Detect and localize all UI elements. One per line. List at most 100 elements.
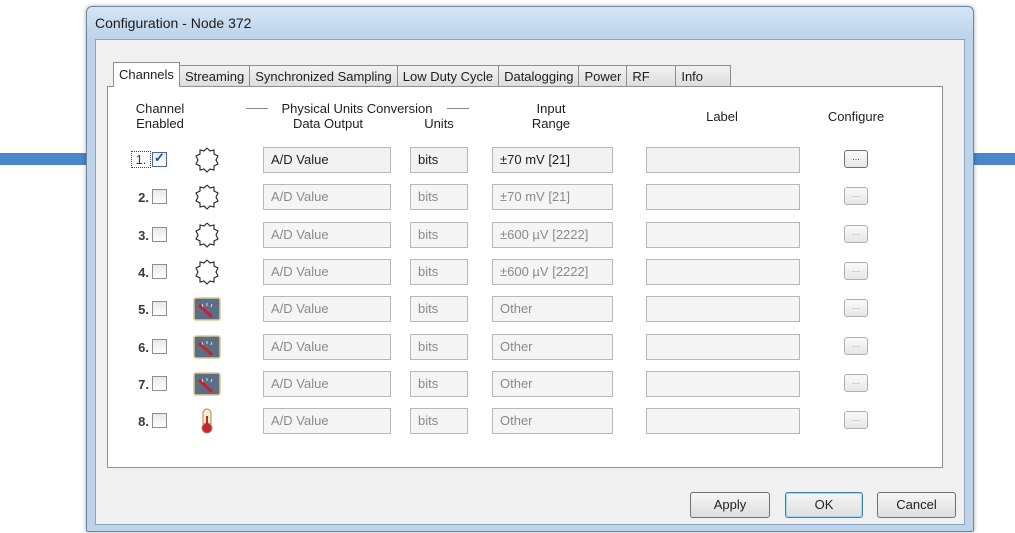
data-output-field[interactable]: A/D Value [263,184,391,211]
data-output-field[interactable]: A/D Value [263,370,391,397]
configure-button[interactable]: ... [844,150,868,168]
channel-enabled-checkbox[interactable] [152,226,167,242]
channel-enabled-header-line1: Channel [135,101,185,116]
differential-sensor-icon [193,222,221,248]
configure-button[interactable]: ... [844,261,868,280]
data-output-field[interactable]: A/D Value [263,408,391,435]
tab-datalogging[interactable]: Datalogging [498,65,580,87]
units-header: Units [424,116,454,131]
units-field[interactable]: bits [410,408,468,435]
input-range-field[interactable]: ±600 µV [2222] [492,258,613,285]
cancel-button[interactable]: Cancel [877,492,956,518]
ok-button[interactable]: OK [785,492,863,518]
channel-enabled-checkbox[interactable] [152,338,167,354]
configure-header: Configure [827,109,885,124]
data-output-header: Data Output [292,116,364,131]
units-field[interactable]: bits [410,147,468,173]
channel-enabled-checkbox[interactable] [152,301,167,317]
channel-enabled-checkbox[interactable] [152,413,167,429]
apply-button[interactable]: Apply [690,492,770,518]
channel-row: 3. A/D Value bits ±600 µV [2222]... [108,220,942,252]
data-output-field[interactable]: A/D Value [263,333,391,360]
input-range-header-line1: Input [536,101,566,116]
channel-enabled-checkbox[interactable]: ✓ [152,150,167,167]
label-field[interactable] [646,184,800,211]
input-range-field[interactable]: Other [492,408,613,435]
input-range-field[interactable]: ±70 mV [21] [492,184,613,211]
checkmark-icon: ✓ [154,150,165,165]
data-output-field[interactable]: A/D Value [263,221,391,248]
label-field[interactable] [646,333,800,360]
channel-row: 7. A/D Value bits Other... [108,369,942,401]
channel-enabled-header: Channel Enabled [128,101,192,131]
analog-gauge-icon [193,296,221,322]
configuration-window: Configuration - Node 372 Channels Stream… [86,6,974,532]
channel-row: 4. A/D Value bits ±600 µV [2222]... [108,257,942,289]
data-output-field[interactable]: A/D Value [263,258,391,285]
analog-gauge-icon [193,334,221,360]
tab-rf[interactable]: RF [626,65,677,87]
input-range-field[interactable]: ±70 mV [21] [492,147,613,173]
units-field[interactable]: bits [410,333,468,360]
title-bar[interactable]: Configuration - Node 372 [87,7,973,39]
tab-info[interactable]: Info [675,65,732,87]
window-title: Configuration - Node 372 [95,15,252,31]
units-field[interactable]: bits [410,370,468,397]
channel-row: 8. A/D Value bits Other... [108,406,942,438]
channel-row: 6. A/D Value bits Other... [108,332,942,364]
conversion-group-line-left [246,108,268,109]
configure-button[interactable]: ... [844,299,868,318]
channel-enabled-header-line2: Enabled [136,116,184,131]
configure-button[interactable]: ... [844,336,868,355]
units-field[interactable]: bits [410,221,468,248]
conversion-group-header: Physical Units Conversion [281,101,433,116]
channel-number: 8. [138,414,149,430]
analog-gauge-icon [193,371,221,397]
input-range-field[interactable]: Other [492,333,613,360]
input-range-field[interactable]: Other [492,296,613,323]
configure-button[interactable]: ... [844,224,868,243]
channels-panel: Channel Enabled Physical Units Conversio… [107,86,943,468]
tab-strip: Channels Streaming Synchronized Sampling… [113,62,732,87]
channel-enabled-checkbox[interactable] [152,375,167,391]
channel-enabled-checkbox[interactable] [152,263,167,279]
thermometer-icon [193,408,221,434]
label-field[interactable] [646,258,800,285]
input-range-field[interactable]: Other [492,370,613,397]
tab-power[interactable]: Power [578,65,628,87]
channel-number: 4. [138,264,149,280]
tab-synchronized-sampling[interactable]: Synchronized Sampling [249,65,398,87]
units-field[interactable]: bits [410,296,468,323]
differential-sensor-icon [193,147,221,173]
conversion-group-line-right [447,108,469,109]
units-field[interactable]: bits [410,184,468,211]
channel-number: 1. [131,151,151,168]
channel-number: 3. [138,227,149,243]
channel-row: 5. A/D Value bits Other... [108,294,942,326]
tab-channels[interactable]: Channels [113,62,180,87]
channel-enabled-checkbox[interactable] [152,189,167,205]
input-range-header-line2: Range [531,116,571,131]
label-field[interactable] [646,296,800,323]
dialog-client-area: Channels Streaming Synchronized Sampling… [95,39,965,525]
label-field[interactable] [646,370,800,397]
input-range-field[interactable]: ±600 µV [2222] [492,221,613,248]
configure-button[interactable]: ... [844,187,868,206]
data-output-field[interactable]: A/D Value [263,296,391,323]
channel-number: 5. [138,302,149,318]
units-field[interactable]: bits [410,258,468,285]
channel-number: 7. [138,376,149,392]
tab-streaming[interactable]: Streaming [178,65,251,87]
tab-low-duty-cycle[interactable]: Low Duty Cycle [396,65,500,87]
channel-row: 2. A/D Value bits ±70 mV [21]... [108,182,942,214]
configure-button[interactable]: ... [844,373,868,392]
channel-row: 1. ✓ A/D Value bits ±70 mV [21]... [108,145,942,177]
input-range-header: Input Range [516,101,586,131]
differential-sensor-icon [193,184,221,211]
channel-number: 2. [138,190,149,206]
label-field[interactable] [646,221,800,248]
configure-button[interactable]: ... [844,411,868,430]
label-field[interactable] [646,147,800,173]
label-field[interactable] [646,408,800,435]
data-output-field[interactable]: A/D Value [263,147,391,173]
